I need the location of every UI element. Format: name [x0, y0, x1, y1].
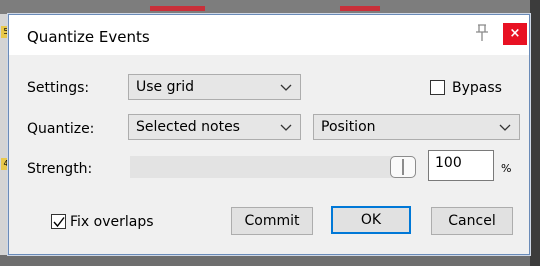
- pin-icon[interactable]: [473, 23, 493, 45]
- quantize-mode-value: Position: [321, 119, 376, 135]
- bypass-label: Bypass: [452, 80, 502, 96]
- note-marker: [150, 6, 205, 11]
- settings-dropdown[interactable]: Use grid: [128, 74, 301, 100]
- checkmark-icon: [53, 217, 65, 228]
- settings-label: Settings:: [27, 80, 90, 96]
- quantize-target-dropdown[interactable]: Selected notes: [128, 114, 301, 140]
- ok-button[interactable]: OK: [331, 206, 411, 234]
- strength-label: Strength:: [27, 161, 93, 177]
- settings-value: Use grid: [136, 79, 195, 95]
- bypass-checkbox[interactable]: [430, 80, 445, 95]
- strength-value: 100: [435, 155, 462, 171]
- titlebar: Quantize Events ×: [9, 15, 529, 55]
- strength-unit: %: [501, 162, 512, 175]
- commit-button[interactable]: Commit: [231, 207, 313, 235]
- fix-overlaps-checkbox[interactable]: [51, 214, 66, 229]
- close-button[interactable]: ×: [503, 23, 527, 45]
- editor-bottom-strip: [0, 255, 540, 266]
- note-marker: [340, 6, 380, 11]
- quantize-events-dialog: Quantize Events × Settings: Use grid Byp…: [8, 14, 530, 255]
- chevron-down-icon: [280, 84, 292, 91]
- strength-slider-thumb[interactable]: [390, 156, 416, 178]
- dialog-title: Quantize Events: [27, 28, 150, 46]
- strength-slider-track[interactable]: [130, 156, 413, 178]
- fix-overlaps-label: Fix overlaps: [70, 214, 154, 230]
- cancel-button[interactable]: Cancel: [431, 207, 513, 235]
- piano-roll-keys: [0, 14, 8, 266]
- chevron-down-icon: [499, 124, 511, 131]
- editor-right-edge: [530, 0, 540, 266]
- quantize-target-value: Selected notes: [136, 119, 240, 135]
- strength-input[interactable]: 100: [428, 150, 494, 181]
- quantize-label: Quantize:: [27, 121, 95, 137]
- chevron-down-icon: [280, 124, 292, 131]
- quantize-mode-dropdown[interactable]: Position: [313, 114, 520, 140]
- editor-timeline-strip: [0, 0, 540, 14]
